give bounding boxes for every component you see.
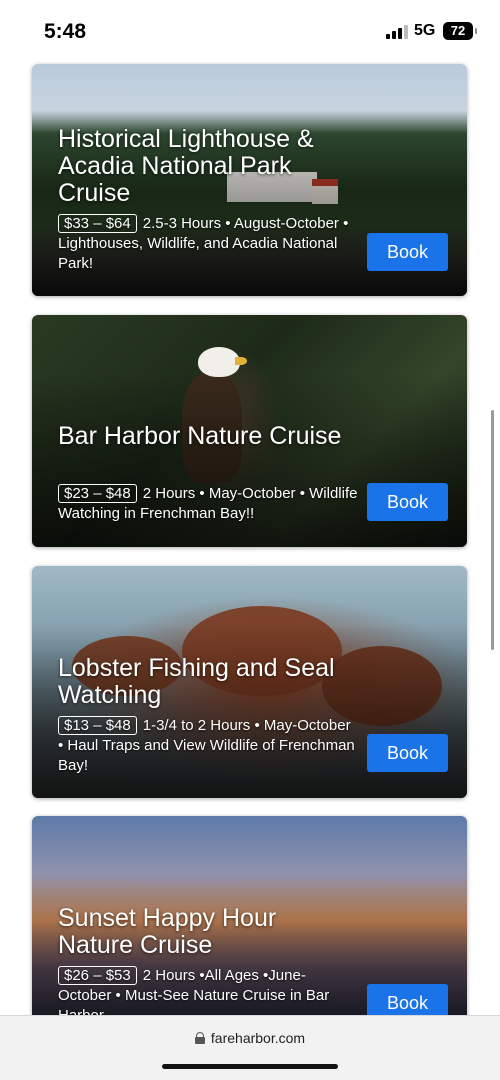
price-badge: $26 – $53 bbox=[58, 966, 137, 985]
book-button[interactable]: Book bbox=[367, 233, 448, 271]
tour-card-nature[interactable]: Bar Harbor Nature Cruise $23 – $48 2 Hour… bbox=[32, 315, 467, 547]
tour-details: $26 – $53 2 Hours •All Ages •June-October… bbox=[58, 966, 358, 1015]
signal-icon bbox=[386, 24, 408, 39]
tour-details: $13 – $48 1-3/4 to 2 Hours • May-October … bbox=[58, 716, 358, 776]
network-type: 5G bbox=[414, 22, 436, 39]
tour-title: Sunset Happy Hour Nature Cruise bbox=[58, 904, 277, 959]
tour-title: Lobster Fishing and Seal Watching bbox=[58, 654, 335, 709]
book-button[interactable]: Book bbox=[367, 734, 448, 772]
battery-icon: 72 bbox=[443, 22, 477, 40]
tour-title: Historical Lighthouse & Acadia National … bbox=[58, 125, 314, 207]
tour-title: Bar Harbor Nature Cruise bbox=[58, 422, 342, 450]
address-bar[interactable]: fareharbor.com bbox=[0, 1030, 500, 1046]
tour-list[interactable]: Historical Lighthouse & Acadia National … bbox=[0, 60, 500, 1015]
lock-icon bbox=[194, 1032, 205, 1044]
tour-card-lobster[interactable]: Lobster Fishing and Seal Watching $13 – … bbox=[32, 566, 467, 798]
price-badge: $23 – $48 bbox=[58, 484, 137, 503]
status-bar: 5:48 5G 72 bbox=[0, 0, 500, 60]
price-badge: $33 – $64 bbox=[58, 214, 137, 233]
status-time: 5:48 bbox=[44, 20, 87, 43]
book-button[interactable]: Book bbox=[367, 984, 448, 1015]
url-text: fareharbor.com bbox=[210, 1030, 306, 1046]
tour-details: $33 – $64 2.5-3 Hours • August-October • … bbox=[58, 214, 358, 274]
tour-details: $23 – $48 2 Hours • May-October • Wildlif… bbox=[58, 484, 358, 524]
home-indicator[interactable] bbox=[162, 1064, 338, 1069]
book-button[interactable]: Book bbox=[367, 483, 448, 521]
tour-card-lighthouse[interactable]: Historical Lighthouse & Acadia National … bbox=[32, 64, 467, 296]
price-badge: $13 – $48 bbox=[58, 716, 137, 735]
tour-card-sunset[interactable]: Sunset Happy Hour Nature Cruise $26 – $5… bbox=[32, 816, 467, 1015]
browser-bottom-bar: fareharbor.com bbox=[0, 1015, 500, 1080]
scrollbar[interactable] bbox=[491, 410, 494, 650]
